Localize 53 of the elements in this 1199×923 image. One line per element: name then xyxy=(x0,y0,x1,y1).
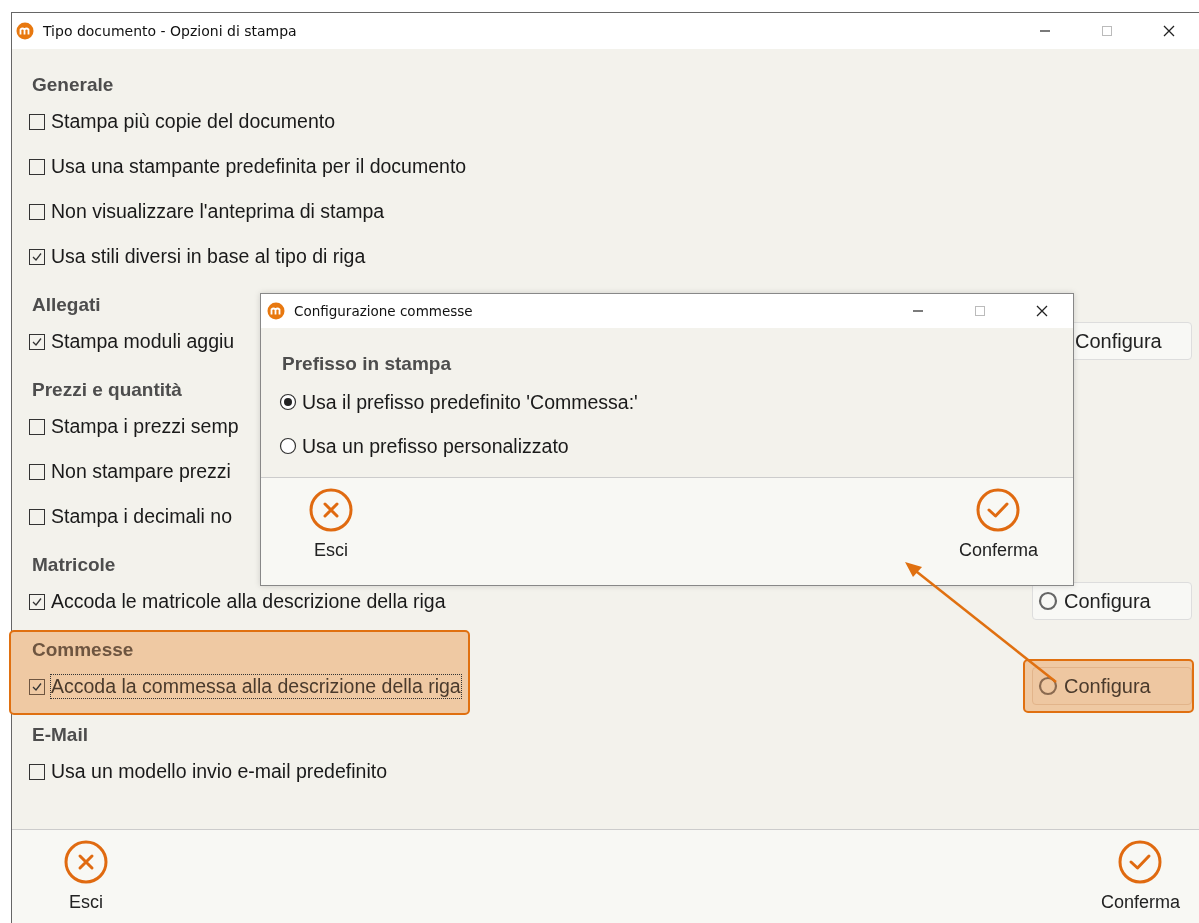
checkbox-label[interactable]: Accoda la commessa alla descrizione della riga xyxy=(50,674,462,699)
app-logo-icon xyxy=(16,22,34,40)
section-heading: Allegati xyxy=(31,293,102,317)
close-icon xyxy=(1163,25,1175,37)
checkbox-label[interactable]: Stampa i prezzi semp xyxy=(50,414,240,439)
checkbox[interactable] xyxy=(29,763,45,780)
configure-button[interactable]: Configura xyxy=(1032,582,1192,620)
checkbox[interactable] xyxy=(29,508,45,525)
checkbox-label[interactable]: Stampa più copie del documento xyxy=(50,109,337,134)
checkbox[interactable] xyxy=(29,158,45,175)
checkbox-label[interactable]: Non stampare prezzi xyxy=(50,459,232,484)
checkbox[interactable] xyxy=(29,463,45,480)
checkbox-label[interactable]: Accoda le matricole alla descrizione della riga xyxy=(50,589,447,614)
checkbox[interactable] xyxy=(29,248,45,265)
checkbox-label[interactable]: Stampa i decimali no xyxy=(50,504,233,529)
checkbox-label[interactable]: Usa una stampante predefinita per il documento xyxy=(50,154,468,179)
checkbox-label[interactable]: Stampa moduli aggiu xyxy=(50,329,236,354)
section-heading: Matricole xyxy=(31,553,117,577)
checkmark-icon xyxy=(976,488,1021,532)
circle-icon xyxy=(1038,676,1058,696)
checkbox-label[interactable]: Usa un modello invio e-mail predefinito xyxy=(50,759,388,784)
checkbox[interactable] xyxy=(29,418,45,435)
app-logo-icon xyxy=(267,302,285,320)
section-heading: Prefisso in stampa xyxy=(281,352,452,376)
checkbox-label[interactable]: Usa stili diversi in base al tipo di riga xyxy=(50,244,367,269)
close-icon xyxy=(1036,305,1048,317)
window-title: Tipo documento - Opzioni di stampa xyxy=(43,23,297,39)
checkbox[interactable] xyxy=(29,203,45,220)
radio-button[interactable] xyxy=(279,437,297,455)
exit-button[interactable]: Esci xyxy=(309,478,353,585)
section-heading: Commesse xyxy=(31,638,135,662)
cancel-icon xyxy=(309,488,353,532)
configure-button[interactable]: Configura xyxy=(1032,667,1192,705)
checkmark-icon xyxy=(1118,840,1163,884)
exit-button[interactable]: Esci xyxy=(64,830,108,923)
checkbox-label[interactable]: Non visualizzare l'anteprima di stampa xyxy=(50,199,386,224)
maximize-icon xyxy=(974,305,986,317)
section-heading: Generale xyxy=(31,73,115,97)
confirm-button[interactable]: Conferma xyxy=(1100,830,1180,923)
checkbox[interactable] xyxy=(29,678,45,695)
checkbox[interactable] xyxy=(29,593,45,610)
checkbox[interactable] xyxy=(29,333,45,350)
checkbox[interactable] xyxy=(29,113,45,130)
circle-icon xyxy=(1038,591,1058,611)
confirm-button[interactable]: Conferma xyxy=(958,478,1038,585)
radio-label[interactable]: Usa un prefisso personalizzato xyxy=(301,433,570,459)
maximize-icon xyxy=(1101,25,1113,37)
cancel-icon xyxy=(64,840,108,884)
section-heading: E-Mail xyxy=(31,723,89,747)
radio-label[interactable]: Usa il prefisso predefinito 'Commessa:' xyxy=(301,389,639,415)
section-heading: Prezzi e quantità xyxy=(31,378,183,402)
window-title: Configurazione commesse xyxy=(294,303,473,319)
radio-button[interactable] xyxy=(279,393,297,411)
